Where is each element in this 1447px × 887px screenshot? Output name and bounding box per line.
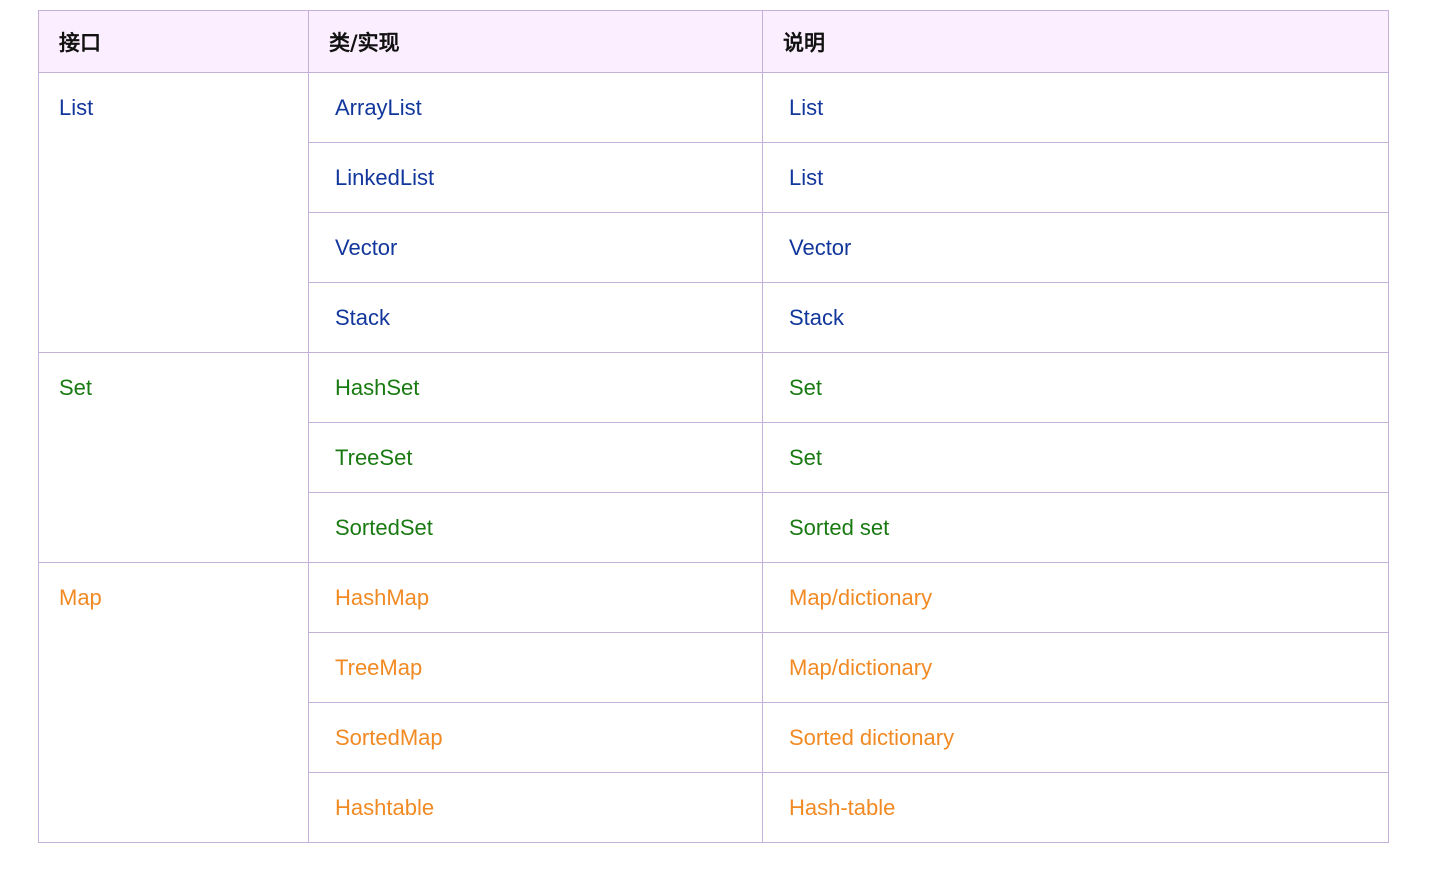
desc-cell: Set — [762, 422, 1389, 493]
impl-cell: ArrayList — [308, 72, 763, 143]
impl-cell: TreeMap — [308, 632, 763, 703]
impl-cell: TreeSet — [308, 422, 763, 493]
impl-cell: LinkedList — [308, 142, 763, 213]
desc-cell: Sorted set — [762, 492, 1389, 563]
impl-cell: Hashtable — [308, 772, 763, 843]
table-header: 接口 类/实现 说明 — [38, 10, 1389, 73]
collections-table: 接口 类/实现 说明 List ArrayList List LinkedList Li… — [38, 10, 1389, 843]
impl-cell: SortedMap — [308, 702, 763, 773]
impl-cell: Vector — [308, 212, 763, 283]
desc-cell: List — [762, 142, 1389, 213]
desc-cell: Set — [762, 352, 1389, 423]
impl-cell: HashMap — [308, 562, 763, 633]
table-body: List ArrayList List LinkedList List Vector Vec… — [38, 72, 1389, 843]
impl-cell: SortedSet — [308, 492, 763, 563]
desc-cell: Hash-table — [762, 772, 1389, 843]
table-row: List ArrayList List — [38, 72, 1389, 353]
impl-cell: Stack — [308, 282, 763, 353]
desc-cell: Map/dictionary — [762, 632, 1389, 703]
header-row: 接口 类/实现 说明 — [38, 10, 1389, 73]
desc-cell: Map/dictionary — [762, 562, 1389, 633]
interface-cell: Set — [38, 352, 309, 563]
interface-cell: Map — [38, 562, 309, 843]
header-impl: 类/实现 — [308, 10, 763, 73]
desc-cell: Vector — [762, 212, 1389, 283]
table-row: Map HashMap Map/dictionary — [38, 562, 1389, 843]
header-desc: 说明 — [762, 10, 1389, 73]
desc-cell: List — [762, 72, 1389, 143]
interface-cell: List — [38, 72, 309, 353]
impl-cell: HashSet — [308, 352, 763, 423]
table-row: Set HashSet Set — [38, 352, 1389, 563]
header-interface: 接口 — [38, 10, 309, 73]
desc-cell: Stack — [762, 282, 1389, 353]
desc-cell: Sorted dictionary — [762, 702, 1389, 773]
